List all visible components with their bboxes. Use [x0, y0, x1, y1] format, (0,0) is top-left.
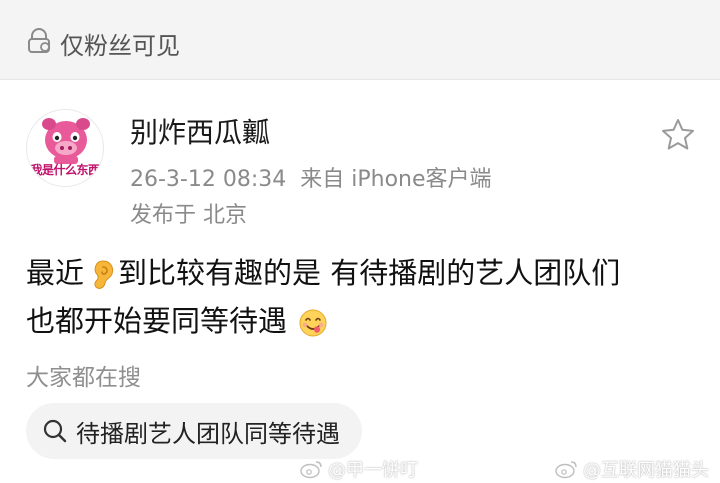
hot-search-chip[interactable]: 待播剧艺人团队同等待遇 [26, 403, 362, 459]
post-meta: 26-3-12 08:34 来自 iPhone客户端 [130, 161, 492, 193]
post-card: 我是什么东西 别炸西瓜瓤 26-3-12 08:34 来自 iPhone客户端 发… [0, 81, 720, 483]
ear-emoji-icon [94, 260, 114, 289]
hot-search-query: 待播剧艺人团队同等待遇 [76, 419, 340, 448]
post-content: 最近 到比较有趣的是 有待播剧的艺人团队们 也都开始要同等待遇 [26, 249, 706, 345]
content-line-1: 最近 到比较有趣的是 有待播剧的艺人团队们 [26, 249, 706, 297]
content-text-2: 也都开始要同等待遇 [26, 304, 288, 338]
watermark-text-1: @甲一饼叮 [328, 460, 418, 481]
watermark-2: @互联网猫猫头 [555, 456, 709, 482]
content-text-1a: 最近 [26, 256, 85, 290]
hot-search-label: 大家都在搜 [26, 365, 141, 391]
post-source: 来自 iPhone客户端 [300, 167, 492, 192]
timestamp: 26-3-12 08:34 [130, 167, 287, 192]
visibility-bar: 仅粉丝可见 [0, 0, 720, 80]
watermark-text-2: @互联网猫猫头 [583, 460, 709, 481]
post-location: 发布于 北京 [130, 203, 247, 228]
star-outline-icon[interactable] [660, 117, 696, 153]
content-text-1b: 到比较有趣的是 有待播剧的艺人团队们 [118, 256, 621, 290]
watermark-1: @甲一饼叮 [300, 456, 418, 482]
avatar[interactable]: 我是什么东西 [26, 109, 104, 187]
username[interactable]: 别炸西瓜瓤 [130, 111, 270, 151]
weibo-logo-icon [555, 461, 577, 479]
content-line-2: 也都开始要同等待遇 [26, 297, 706, 345]
lock-person-icon [28, 28, 50, 53]
avatar-caption: 我是什么东西 [30, 163, 100, 177]
search-icon [43, 419, 67, 443]
weibo-logo-icon [300, 461, 322, 479]
yum-face-emoji-icon [299, 309, 327, 337]
visibility-label: 仅粉丝可见 [60, 32, 180, 60]
